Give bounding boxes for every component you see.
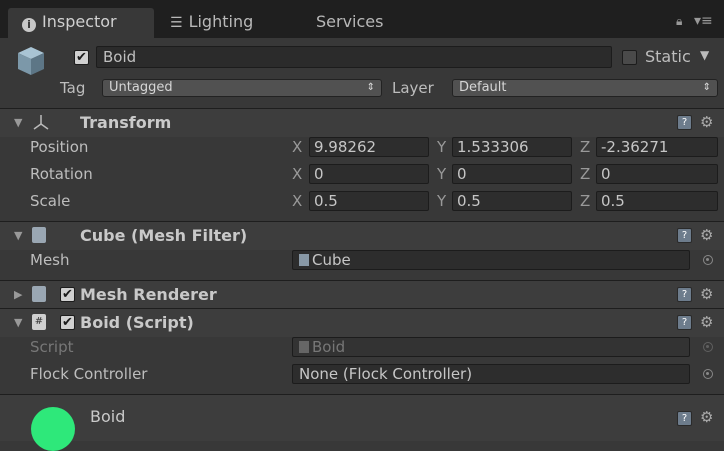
gameobject-icon bbox=[16, 45, 46, 77]
script-asset-icon bbox=[299, 341, 309, 353]
boid-script-header[interactable]: ▼ # ✔ Boid (Script) ? ⚙ bbox=[0, 308, 724, 337]
help-icon[interactable]: ? bbox=[677, 411, 692, 426]
static-dropdown-icon[interactable]: ▼ bbox=[700, 48, 709, 62]
flock-controller-field[interactable]: None (Flock Controller) bbox=[292, 364, 690, 384]
active-checkbox[interactable]: ✔ bbox=[74, 50, 89, 65]
gear-icon[interactable]: ⚙ bbox=[700, 286, 713, 302]
material-name: Boid bbox=[90, 407, 126, 426]
scale-label: Scale bbox=[30, 192, 71, 210]
position-y-axis: Y bbox=[437, 138, 447, 156]
lock-icon[interactable]: 🔒︎ bbox=[676, 14, 682, 29]
script-icon: # bbox=[32, 314, 46, 330]
position-x-field[interactable]: 9.98262 bbox=[309, 137, 429, 157]
transform-header[interactable]: ▼ Transform ? ⚙ bbox=[0, 108, 724, 137]
flock-controller-label: Flock Controller bbox=[30, 365, 148, 383]
foldout-arrow-icon[interactable]: ▼ bbox=[14, 226, 22, 246]
position-z-field[interactable]: -2.36271 bbox=[596, 137, 718, 157]
updown-arrow-icon: ⇕ bbox=[702, 82, 711, 93]
object-picker-icon bbox=[703, 342, 713, 352]
tab-lighting[interactable]: ☰ Lighting bbox=[170, 8, 290, 38]
mesh-filter-title: Cube (Mesh Filter) bbox=[80, 226, 248, 245]
tab-lighting-label: Lighting bbox=[188, 12, 254, 31]
tab-services[interactable]: Services bbox=[316, 8, 416, 38]
boid-script-title: Boid (Script) bbox=[80, 313, 194, 332]
foldout-arrow-icon[interactable]: ▼ bbox=[14, 113, 22, 133]
mesh-asset-icon bbox=[299, 254, 309, 266]
mesh-value: Cube bbox=[312, 251, 351, 269]
info-icon: i bbox=[22, 18, 36, 32]
script-field: Boid bbox=[292, 337, 690, 357]
mesh-field[interactable]: Cube bbox=[292, 250, 690, 270]
tab-bar: i Inspector ☰ Lighting Services 🔒︎ ▾≡ bbox=[0, 0, 724, 38]
material-section: Boid ? ⚙ bbox=[0, 394, 724, 451]
position-x-axis: X bbox=[292, 138, 303, 156]
mesh-filter-icon bbox=[32, 227, 46, 243]
static-checkbox[interactable] bbox=[622, 50, 637, 65]
updown-arrow-icon: ⇕ bbox=[366, 82, 375, 93]
object-picker-icon[interactable] bbox=[703, 369, 713, 379]
mesh-renderer-checkbox[interactable]: ✔ bbox=[60, 287, 75, 302]
object-name-field[interactable]: Boid bbox=[96, 46, 612, 68]
rotation-z-axis: Z bbox=[580, 165, 591, 183]
mesh-filter-header[interactable]: ▼ Cube (Mesh Filter) ? ⚙ bbox=[0, 221, 724, 250]
rotation-label: Rotation bbox=[30, 165, 93, 183]
tab-inspector-label: Inspector bbox=[42, 12, 117, 31]
tag-value: Untagged bbox=[109, 80, 173, 95]
script-value: Boid bbox=[312, 338, 346, 356]
tag-dropdown[interactable]: Untagged ⇕ bbox=[102, 79, 382, 97]
boid-script-checkbox[interactable]: ✔ bbox=[60, 315, 75, 330]
position-label: Position bbox=[30, 138, 89, 156]
rotation-x-axis: X bbox=[292, 165, 303, 183]
layer-dropdown[interactable]: Default ⇕ bbox=[452, 79, 718, 97]
script-label: Script bbox=[30, 338, 74, 356]
transform-title: Transform bbox=[80, 113, 172, 132]
position-z-axis: Z bbox=[580, 138, 591, 156]
mesh-label: Mesh bbox=[30, 251, 70, 269]
layer-value: Default bbox=[459, 80, 507, 95]
scale-y-field[interactable]: 0.5 bbox=[452, 191, 572, 211]
help-icon[interactable]: ? bbox=[677, 228, 692, 243]
tab-inspector[interactable]: i Inspector bbox=[8, 8, 154, 38]
help-icon[interactable]: ? bbox=[677, 287, 692, 302]
transform-icon bbox=[32, 113, 50, 135]
layer-label: Layer bbox=[392, 79, 434, 97]
rotation-x-field[interactable]: 0 bbox=[309, 164, 429, 184]
static-label: Static bbox=[645, 47, 691, 66]
gear-icon[interactable]: ⚙ bbox=[700, 227, 713, 243]
sliders-icon: ☰ bbox=[170, 15, 183, 31]
gear-icon[interactable]: ⚙ bbox=[700, 409, 713, 425]
tab-menu-icon[interactable]: ▾≡ bbox=[694, 13, 713, 29]
foldout-arrow-icon[interactable]: ▶ bbox=[14, 285, 22, 305]
gear-icon[interactable]: ⚙ bbox=[700, 114, 713, 130]
gear-icon[interactable]: ⚙ bbox=[700, 314, 713, 330]
rotation-y-axis: Y bbox=[437, 165, 447, 183]
tab-services-label: Services bbox=[316, 12, 384, 31]
tag-label: Tag bbox=[60, 79, 86, 97]
rotation-z-field[interactable]: 0 bbox=[596, 164, 718, 184]
scale-x-field[interactable]: 0.5 bbox=[309, 191, 429, 211]
scale-z-axis: Z bbox=[580, 192, 591, 210]
help-icon[interactable]: ? bbox=[677, 315, 692, 330]
scale-x-axis: X bbox=[292, 192, 303, 210]
position-y-field[interactable]: 1.533306 bbox=[452, 137, 572, 157]
mesh-renderer-header[interactable]: ▶ ✔ Mesh Renderer ? ⚙ bbox=[0, 280, 724, 309]
mesh-renderer-icon bbox=[32, 286, 46, 302]
mesh-renderer-title: Mesh Renderer bbox=[80, 285, 217, 304]
rotation-y-field[interactable]: 0 bbox=[452, 164, 572, 184]
foldout-arrow-icon[interactable]: ▼ bbox=[14, 313, 22, 333]
material-preview-icon bbox=[31, 407, 75, 451]
scale-y-axis: Y bbox=[437, 192, 447, 210]
scale-z-field[interactable]: 0.5 bbox=[596, 191, 718, 211]
help-icon[interactable]: ? bbox=[677, 115, 692, 130]
object-picker-icon[interactable] bbox=[703, 255, 713, 265]
